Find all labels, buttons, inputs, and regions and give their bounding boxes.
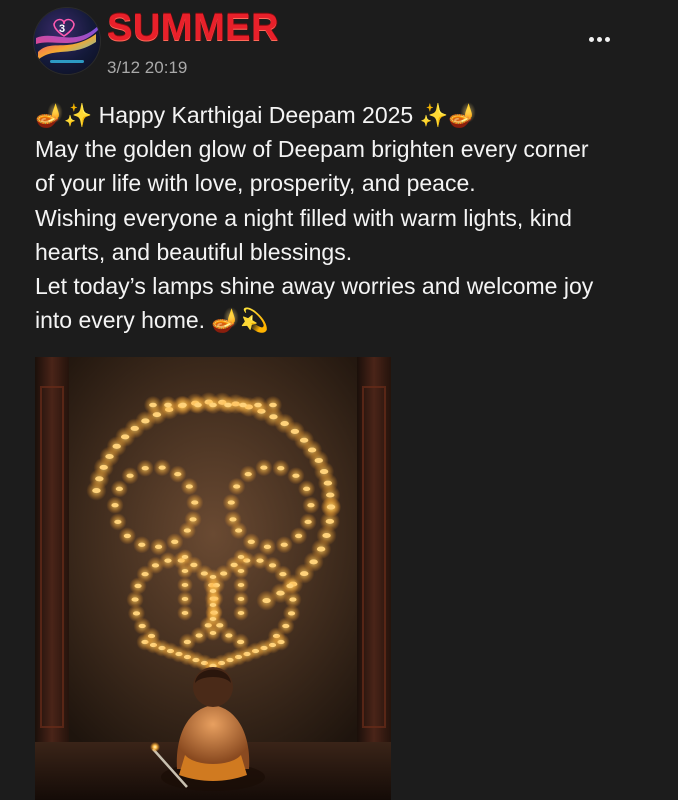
post-text-line: 🪔✨ Happy Karthigai Deepam 2025 ✨🪔 [35,102,477,128]
more-options-icon[interactable] [582,27,616,51]
post-text-line: hearts, and beautiful blessings. [35,238,353,265]
post-timestamp: 3/12 20:19 [107,58,188,77]
post-text-line: May the golden glow of Deepam brighten e… [35,136,589,163]
post-text-line: into every home. 🪔💫 [35,307,269,334]
author-name[interactable]: SUMMER [107,8,279,48]
post-card: 3 SUMMER 3/12 20:19 🪔✨ Happy Karthigai D… [0,0,678,800]
post-text-line: of your life with love, prosperity, and … [35,170,476,197]
more-dot [588,36,594,42]
author-avatar[interactable]: 3 [34,8,100,74]
post-text: 🪔✨ Happy Karthigai Deepam 2025 ✨🪔 May the… [35,98,645,337]
more-dot [596,36,602,42]
more-dot [604,36,610,42]
post-text-line: Let today’s lamps shine away worries and… [35,273,594,300]
post-text-line: Wishing everyone a night filled with war… [35,204,572,231]
post-image[interactable] [35,357,391,800]
svg-text:3: 3 [59,23,65,35]
